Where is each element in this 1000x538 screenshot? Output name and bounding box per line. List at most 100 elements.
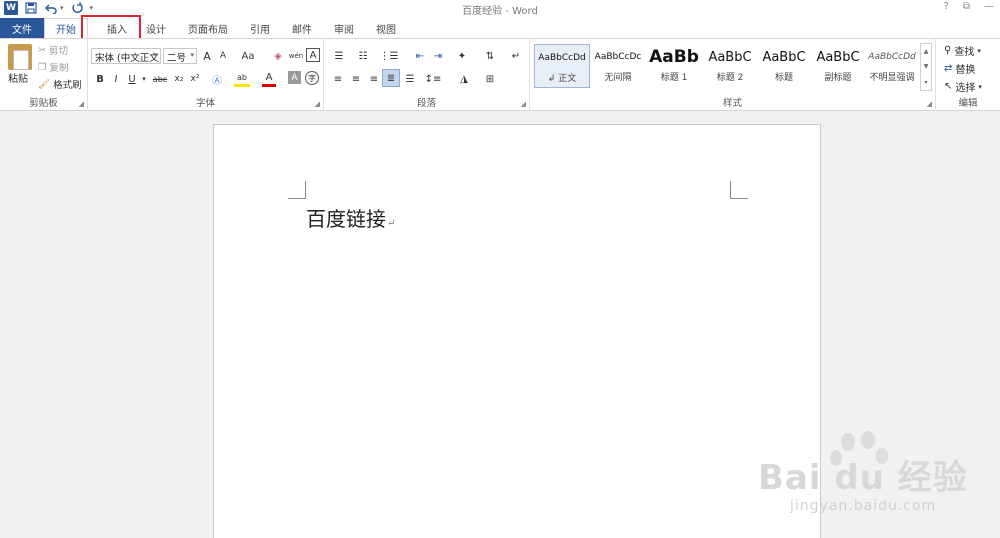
tab-design[interactable]: 设计 [146,18,177,38]
cut-button[interactable]: ✂ 剪切 [38,43,68,58]
style-no-spacing[interactable]: AaBbCcDc 无间隔 [590,44,646,88]
editing-group: ⚲ 查找 ▾ ⇄ 替换 ↖ 选择 ▾ 编辑 [936,39,1000,111]
style-heading-1[interactable]: AaBb 标题 1 [646,44,702,88]
chinese-layout-icon[interactable]: ✦ [452,48,472,64]
chevron-up-icon[interactable]: ▲ [924,48,929,55]
align-left-icon[interactable]: ≡ [330,71,346,87]
find-button[interactable]: ⚲ 查找 ▾ [944,43,981,58]
numbering-icon[interactable]: ☷ [354,48,372,64]
style-sample: AaBbC [762,49,806,65]
font-name-combo[interactable]: 宋体 (中文正文 ▾ [91,48,161,64]
replace-label: 替换 [955,65,976,76]
paragraph-launcher-icon[interactable]: ◢ [521,100,526,108]
style-heading-2[interactable]: AaBbC 标题 2 [702,44,758,88]
char-border-button[interactable]: A [306,48,320,62]
change-case-button[interactable]: Aa [236,48,260,64]
chevron-down-icon: ▾ [978,82,982,91]
paragraph-group: ☰ ☷ ⋮☰ ⇤ ⇥ ✦ ⇅ ↵ ≡ ≡ ≡ ≣ ☰ ↕≡ ◮ ⊞ 段落 ◢ [324,39,530,111]
line-spacing-icon[interactable]: ↕≡ [424,71,442,87]
styles-gallery-scroll[interactable]: ▲ ▼ ▾ [920,43,932,91]
title-bar: W ▾ ▾ 百度经验 - Word ? ⧉ — [0,0,1000,18]
chevron-down-icon: ▾ [190,51,194,59]
tab-file[interactable]: 文件 [0,18,44,38]
find-label: 查找 [954,47,975,58]
scissors-icon: ✂ [38,44,46,56]
highlight-icon[interactable]: ab [234,71,250,87]
bullets-icon[interactable]: ☰ [330,48,348,64]
styles-launcher-icon[interactable]: ◢ [927,100,932,108]
font-size-value: 二号 [167,53,187,64]
show-marks-icon[interactable]: ↵ [508,48,524,64]
clear-format-icon[interactable]: ◈ [270,48,286,64]
sort-icon[interactable]: ⇅ [482,48,498,64]
tab-references[interactable]: 引用 [239,18,281,38]
style-sample: AaBb [649,47,699,67]
tab-review[interactable]: 审阅 [323,18,365,38]
tab-home[interactable]: 开始 [44,18,88,38]
align-center-icon[interactable]: ≡ [348,71,364,87]
window-controls: ? ⧉ — [944,1,994,12]
italic-button[interactable]: I [110,71,122,87]
margin-corner-top-left [288,181,306,199]
borders-icon[interactable]: ⊞ [480,71,500,87]
tab-page-layout[interactable]: 页面布局 [177,18,239,38]
help-button[interactable]: ? [944,1,949,12]
font-launcher-icon[interactable]: ◢ [315,100,320,108]
style-normal[interactable]: AaBbCcDd ↲ 正文 [534,44,590,88]
shrink-font-button[interactable]: A [216,48,230,64]
tab-insert[interactable]: 插入 [88,18,146,38]
styles-group: AaBbCcDd ↲ 正文 AaBbCcDc 无间隔 AaBb 标题 1 AaB… [530,39,936,111]
multilevel-list-icon[interactable]: ⋮☰ [380,48,399,64]
style-name: 副标题 [824,73,852,83]
underline-dropdown-icon[interactable]: ▾ [140,71,148,87]
font-group: 宋体 (中文正文 ▾ 二号 ▾ A A Aa ◈ wén A B I U ▾ a… [88,39,324,111]
font-color-button[interactable]: A [262,71,276,87]
minimize-button[interactable]: — [984,1,994,12]
superscript-button[interactable]: x² [188,71,202,87]
paste-icon[interactable] [8,44,32,70]
document-text[interactable]: 百度链接↵ [306,203,395,232]
ribbon-display-button[interactable]: ⧉ [963,1,970,12]
clipboard-launcher-icon[interactable]: ◢ [79,100,84,108]
distributed-icon[interactable]: ☰ [402,71,418,87]
char-shading-button[interactable]: A [288,71,301,84]
cut-label: 剪切 [48,46,68,57]
strikethrough-button[interactable]: abc [150,71,170,87]
replace-button[interactable]: ⇄ 替换 [944,61,975,76]
tab-mailings[interactable]: 邮件 [281,18,323,38]
select-button[interactable]: ↖ 选择 ▾ [944,79,982,94]
align-right-icon[interactable]: ≡ [366,71,382,87]
text-effects-icon[interactable]: Ⓐ [210,71,224,87]
grow-font-button[interactable]: A [200,48,214,64]
bold-button[interactable]: B [94,71,106,87]
phonetic-guide-button[interactable]: wén [288,48,304,64]
justify-icon[interactable]: ≣ [382,69,400,87]
paragraph-mark: ↵ [387,218,396,229]
format-painter-label: 格式刷 [53,80,82,91]
paste-button[interactable]: 粘贴 [8,70,28,85]
font-name-value: 宋体 (中文正文 [95,53,159,64]
chevron-down-icon[interactable]: ▼ [924,63,929,70]
format-painter-button[interactable]: 🖌 格式刷 [38,77,82,92]
font-size-combo[interactable]: 二号 ▾ [163,48,197,64]
more-styles-icon[interactable]: ▾ [924,79,927,86]
shading-icon[interactable]: ◮ [454,71,474,87]
decrease-indent-icon[interactable]: ⇤ [412,48,428,64]
clipboard-group: 粘贴 ✂ 剪切 ❐ 复制 🖌 格式刷 剪贴板 ◢ [0,39,88,111]
style-title[interactable]: AaBbC 标题 [756,44,812,88]
style-sample: AaBbC [708,49,752,65]
copy-button[interactable]: ❐ 复制 [38,60,69,75]
style-sample: AaBbCcDc [594,52,642,62]
document-text-content: 百度链接 [306,207,386,231]
increase-indent-icon[interactable]: ⇥ [430,48,446,64]
document-page[interactable]: 百度链接↵ [213,124,821,538]
style-subtle-emphasis[interactable]: AaBbCcDd 不明显强调 [864,44,920,88]
subscript-button[interactable]: x₂ [172,71,186,87]
enclose-char-button[interactable]: 字 [305,71,319,85]
style-name: ↲ 正文 [547,74,577,84]
style-subtitle[interactable]: AaBbC 副标题 [810,44,866,88]
tab-view[interactable]: 视图 [365,18,407,38]
underline-button[interactable]: U [126,71,138,87]
editing-group-label: 编辑 [958,98,978,109]
margin-corner-top-right [730,181,748,199]
